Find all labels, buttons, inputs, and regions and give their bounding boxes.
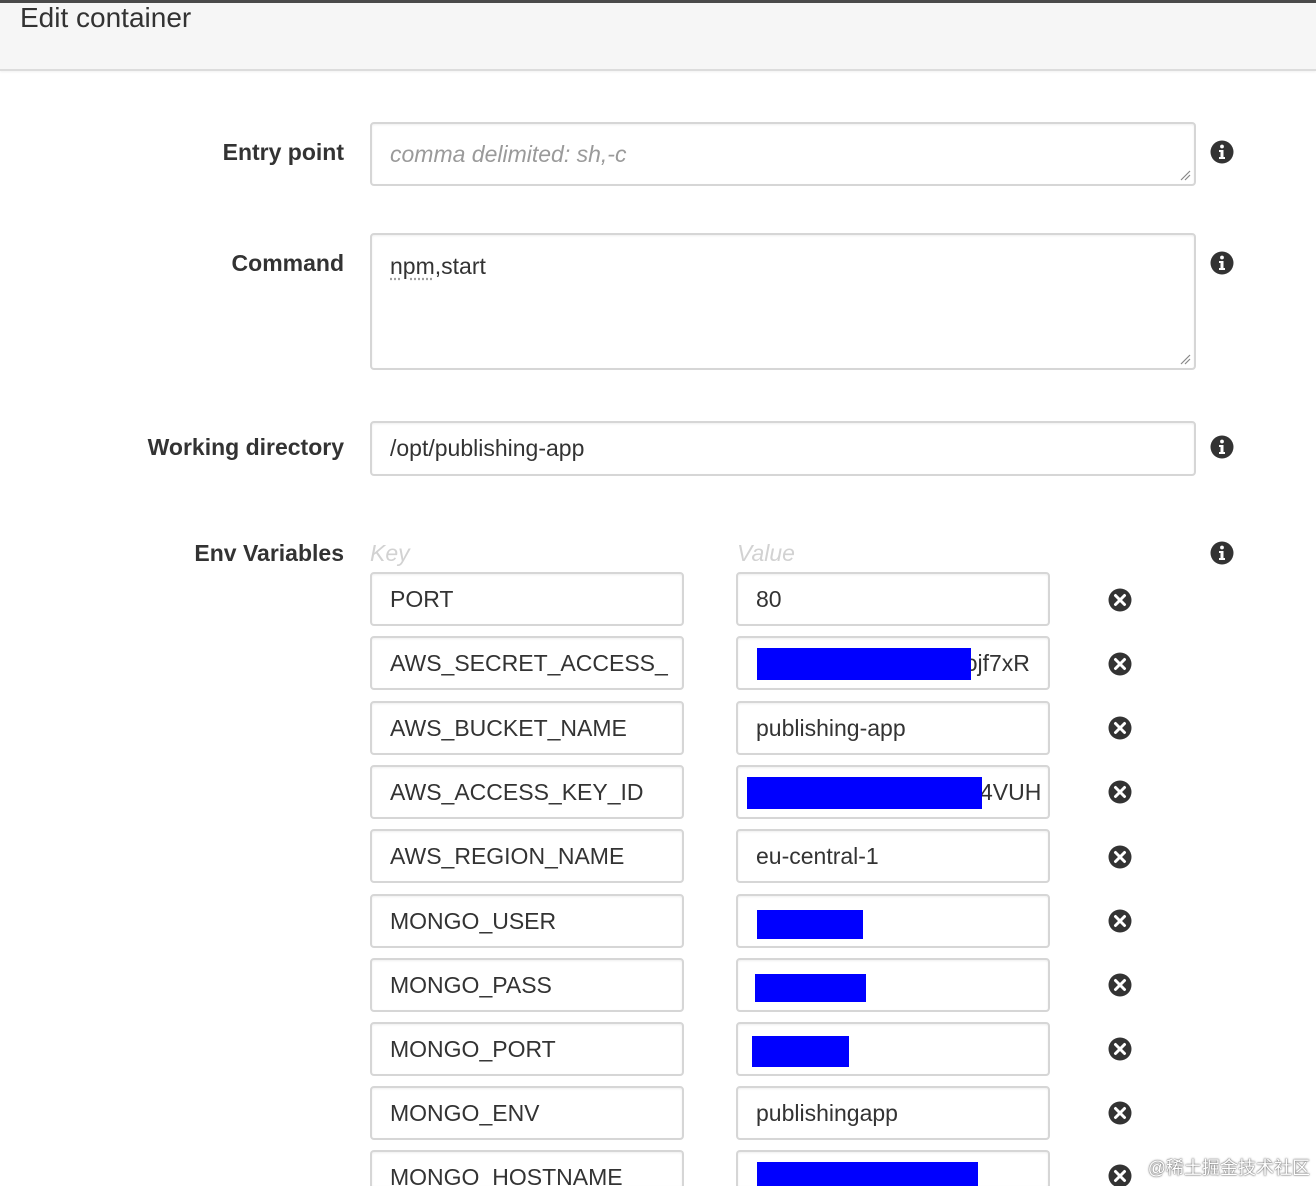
env-key-input[interactable]: AWS_BUCKET_NAME (370, 701, 684, 755)
remove-circle-icon[interactable] (1108, 973, 1132, 997)
remove-circle-icon[interactable] (1108, 588, 1132, 612)
resize-grip-icon[interactable] (1179, 169, 1191, 181)
value-column-header: Value (737, 540, 795, 566)
env-value-input[interactable]: 4VUH (736, 765, 1050, 819)
env-value-text: 4VUH (980, 779, 1042, 805)
info-icon[interactable] (1210, 251, 1234, 275)
info-icon[interactable] (1210, 140, 1234, 164)
remove-circle-icon[interactable] (1108, 1037, 1132, 1061)
entry-point-field[interactable]: comma delimited: sh,-c (370, 122, 1196, 186)
env-value-input[interactable]: eu-central-1 (736, 829, 1050, 883)
remove-circle-icon[interactable] (1108, 845, 1132, 869)
key-column-header: Key (370, 540, 410, 566)
env-key-text: AWS_REGION_NAME (390, 843, 625, 869)
env-key-text: MONGO_PORT (390, 1036, 556, 1062)
working-directory-label: Working directory (147, 434, 344, 460)
env-key-input[interactable]: MONGO_ENV (370, 1086, 684, 1140)
info-icon[interactable] (1210, 435, 1234, 459)
env-key-input[interactable]: AWS_SECRET_ACCESS_ (370, 636, 684, 690)
watermark: @稀土掘金技术社区 (1147, 1158, 1310, 1178)
env-value-input[interactable]: ɔjf7xR (736, 636, 1050, 690)
env-key-input[interactable]: AWS_REGION_NAME (370, 829, 684, 883)
resize-grip-icon[interactable] (1179, 353, 1191, 365)
env-value-text: eu-central-1 (756, 843, 879, 869)
working-directory-value: /opt/publishing-app (390, 435, 585, 461)
redaction-block (752, 1036, 849, 1067)
env-key-input[interactable]: MONGO_PORT (370, 1022, 684, 1076)
env-value-text: publishingapp (756, 1100, 898, 1126)
env-value-text: 80 (756, 586, 782, 612)
redaction-block (757, 910, 863, 939)
env-value-input[interactable] (736, 958, 1050, 1012)
env-key-text: AWS_SECRET_ACCESS_ (390, 650, 668, 676)
env-key-text: AWS_BUCKET_NAME (390, 715, 627, 741)
env-key-text: PORT (390, 586, 454, 612)
env-value-input[interactable]: publishingapp (736, 1086, 1050, 1140)
modal-title: Edit container (20, 2, 192, 33)
redaction-block (747, 777, 982, 809)
env-key-input[interactable]: PORT (370, 572, 684, 626)
env-key-input[interactable]: MONGO_PASS (370, 958, 684, 1012)
command-label: Command (231, 250, 344, 276)
entry-point-label: Entry point (222, 139, 344, 165)
remove-circle-icon[interactable] (1108, 780, 1132, 804)
env-value-text: publishing-app (756, 715, 906, 741)
env-value-input[interactable] (736, 1150, 1050, 1186)
modal-header: Edit container (0, 2, 1316, 71)
env-key-text: AWS_ACCESS_KEY_ID (390, 779, 644, 805)
redaction-block (757, 1162, 978, 1186)
remove-circle-icon[interactable] (1108, 716, 1132, 740)
entry-point-placeholder: comma delimited: sh,-c (390, 141, 627, 167)
env-key-text: MONGO_USER (390, 908, 557, 934)
env-value-input[interactable]: 80 (736, 572, 1050, 626)
remove-circle-icon[interactable] (1108, 1164, 1132, 1186)
env-key-input[interactable]: MONGO_USER (370, 894, 684, 948)
env-key-input[interactable]: AWS_ACCESS_KEY_ID (370, 765, 684, 819)
info-icon[interactable] (1210, 541, 1234, 565)
env-key-text: MONGO_HOSTNAME (390, 1164, 623, 1186)
redaction-block (755, 974, 866, 1002)
command-value-word: npm (390, 253, 435, 279)
env-key-text: MONGO_ENV (390, 1100, 540, 1126)
remove-circle-icon[interactable] (1108, 909, 1132, 933)
remove-circle-icon[interactable] (1108, 1101, 1132, 1125)
env-value-input[interactable] (736, 894, 1050, 948)
env-key-input[interactable]: MONGO_HOSTNAME (370, 1150, 684, 1186)
env-key-text: MONGO_PASS (390, 972, 552, 998)
command-field[interactable]: npm,start (370, 233, 1196, 370)
env-value-input[interactable] (736, 1022, 1050, 1076)
redaction-block (757, 648, 971, 680)
remove-circle-icon[interactable] (1108, 652, 1132, 676)
env-variables-label: Env Variables (194, 540, 344, 566)
env-value-text: ɔjf7xR (966, 650, 1030, 676)
env-value-input[interactable]: publishing-app (736, 701, 1050, 755)
working-directory-input[interactable]: /opt/publishing-app (370, 421, 1196, 476)
command-value-rest: ,start (434, 253, 486, 279)
